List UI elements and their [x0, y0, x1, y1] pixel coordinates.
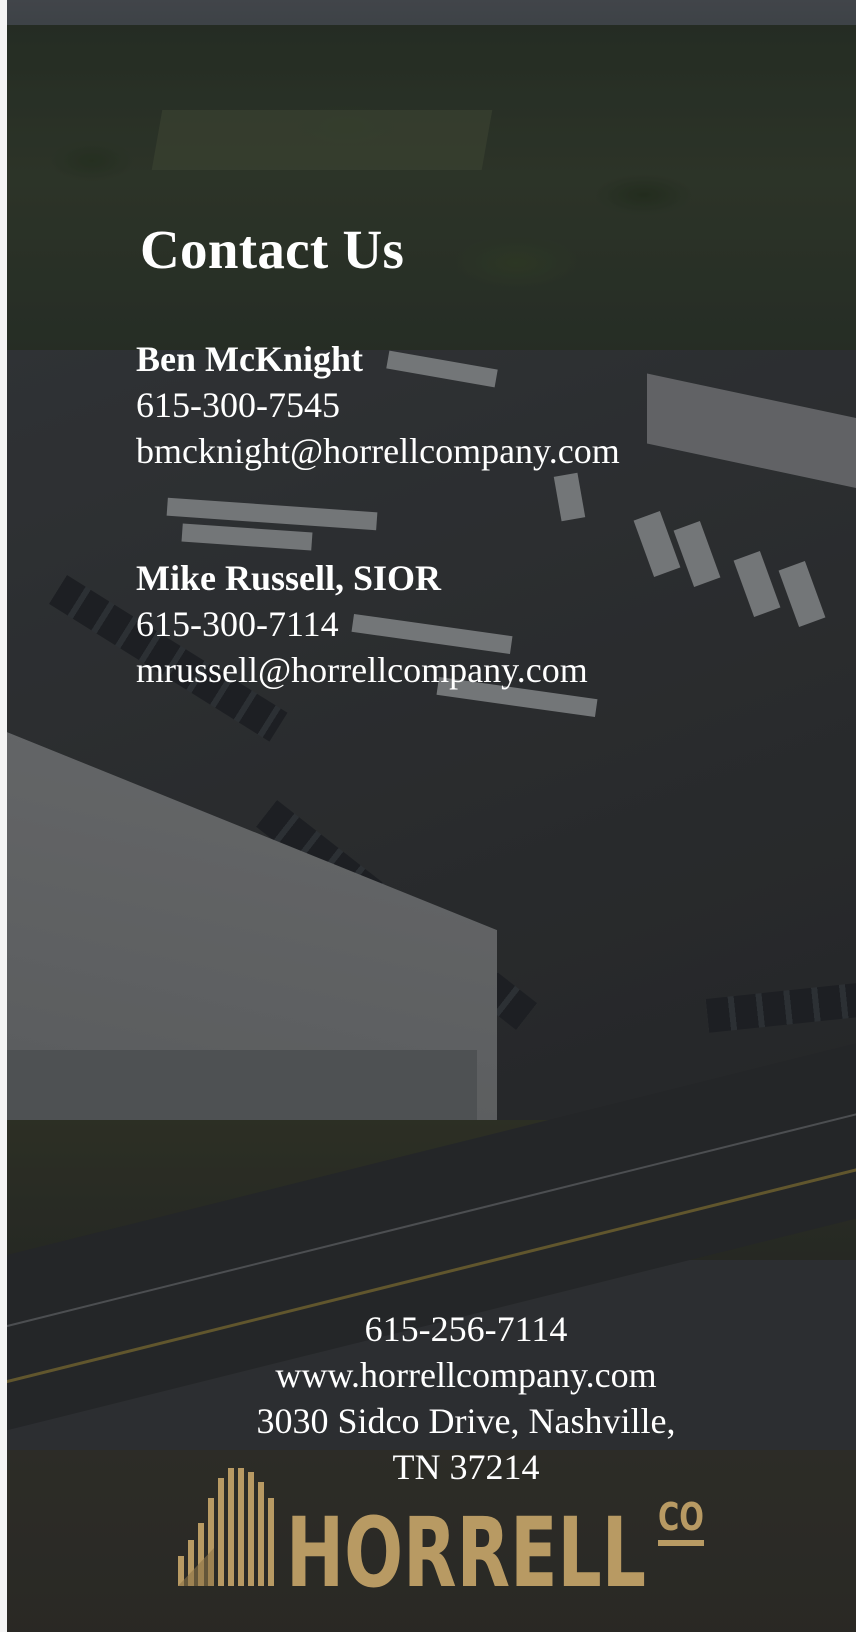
- contact-phone[interactable]: 615-300-7114: [136, 601, 588, 647]
- contact-card-ben-mcknight: Ben McKnight 615-300-7545 bmcknight@horr…: [136, 336, 620, 474]
- logo-wordmark: HORRELL: [286, 1497, 646, 1588]
- flyer-page: Contact Us Ben McKnight 615-300-7545 bmc…: [0, 0, 856, 1632]
- contact-email[interactable]: bmcknight@horrellcompany.com: [136, 428, 620, 474]
- contact-email[interactable]: mrussell@horrellcompany.com: [136, 647, 588, 693]
- contact-phone-link[interactable]: 615-300-7114: [136, 604, 339, 644]
- company-website-link[interactable]: www.horrellcompany.com: [275, 1355, 656, 1395]
- contact-email-link[interactable]: bmcknight@horrellcompany.com: [136, 431, 620, 471]
- horrell-logo: HORRELL CO: [178, 1468, 704, 1588]
- company-website[interactable]: www.horrellcompany.com: [196, 1352, 736, 1398]
- building-bars-icon: [178, 1468, 274, 1586]
- contact-phone[interactable]: 615-300-7545: [136, 382, 620, 428]
- logo-suffix-underline: [658, 1540, 704, 1546]
- contact-email-link[interactable]: mrussell@horrellcompany.com: [136, 650, 588, 690]
- contact-card-mike-russell: Mike Russell, SIOR 615-300-7114 mrussell…: [136, 555, 588, 693]
- company-info: 615-256-7114 www.horrellcompany.com 3030…: [196, 1306, 736, 1490]
- company-address-line1: 3030 Sidco Drive, Nashville,: [256, 1401, 676, 1441]
- company-phone[interactable]: 615-256-7114: [196, 1306, 736, 1352]
- company-phone-link[interactable]: 615-256-7114: [365, 1309, 568, 1349]
- page-margin: [0, 0, 7, 1632]
- contact-phone-link[interactable]: 615-300-7545: [136, 385, 340, 425]
- page-title: Contact Us: [140, 219, 405, 280]
- logo-suffix: CO: [658, 1495, 704, 1539]
- contact-name: Ben McKnight: [136, 339, 364, 379]
- contact-name: Mike Russell, SIOR: [136, 558, 442, 598]
